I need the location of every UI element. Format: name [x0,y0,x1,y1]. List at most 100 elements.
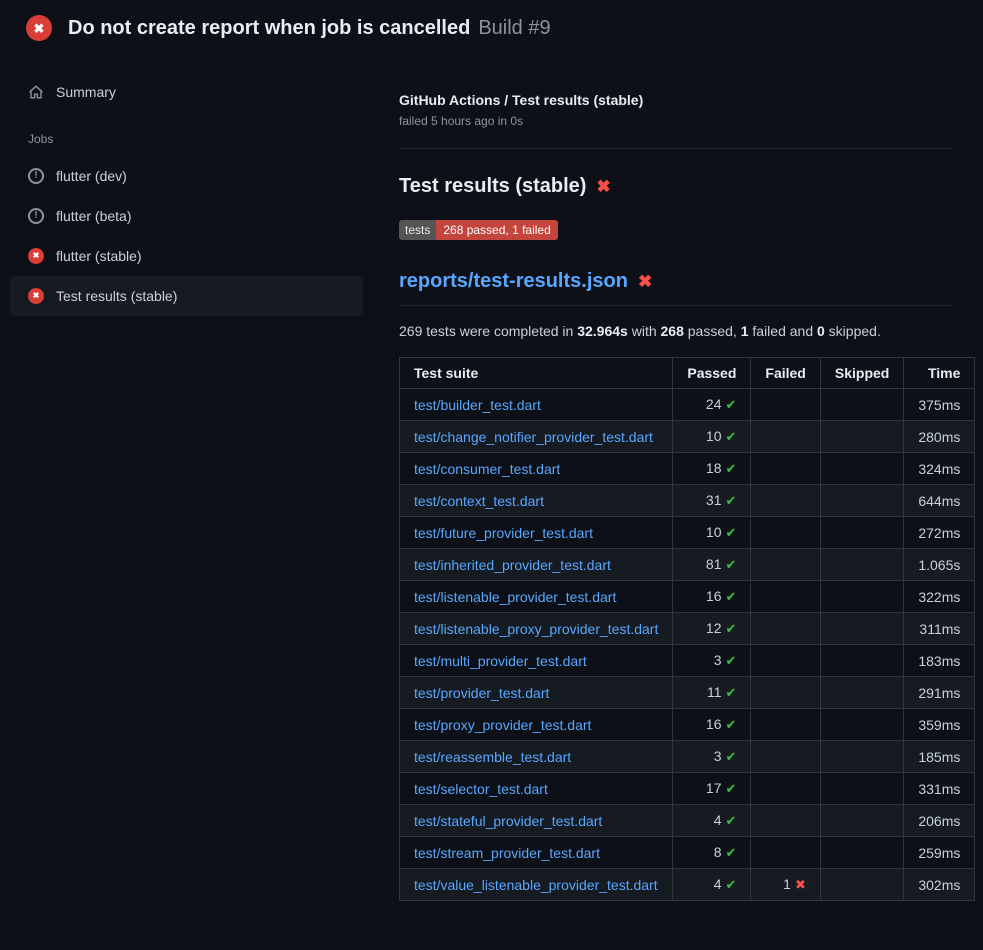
passed-cell: 31✔ [673,485,751,517]
suite-link[interactable]: test/reassemble_test.dart [414,749,571,765]
report-title-link[interactable]: reports/test-results.json [399,270,628,293]
check-icon: ✔ [726,781,737,796]
failed-cell [751,613,820,645]
count: 10 [706,428,722,444]
suite-link[interactable]: test/proxy_provider_test.dart [414,717,591,733]
count: 3 [714,748,722,764]
skipped-cell [820,613,903,645]
suite-link[interactable]: test/stream_provider_test.dart [414,845,600,861]
suite-link[interactable]: test/selector_test.dart [414,781,548,797]
badge-label: tests [399,220,436,240]
passed-cell: 16✔ [673,581,751,613]
suite-link[interactable]: test/value_listenable_provider_test.dart [414,877,658,893]
page-title: Do not create report when job is cancell… [68,17,551,40]
sidebar-item-label: Test results (stable) [56,288,177,304]
summary-passed-count: 268 [661,323,684,339]
suite-cell: test/multi_provider_test.dart [400,645,673,677]
sidebar-item-summary[interactable]: Summary [10,72,363,112]
table-row: test/listenable_proxy_provider_test.dart… [400,613,975,645]
suite-link[interactable]: test/provider_test.dart [414,685,549,701]
suite-cell: test/provider_test.dart [400,677,673,709]
failed-cell [751,837,820,869]
time-cell: 291ms [904,677,975,709]
suite-cell: test/stateful_provider_test.dart [400,805,673,837]
suite-link[interactable]: test/future_provider_test.dart [414,525,593,541]
table-row: test/value_listenable_provider_test.dart… [400,869,975,901]
skipped-cell [820,741,903,773]
check-icon: ✔ [726,813,737,828]
failed-cell [751,485,820,517]
sidebar-item-label: flutter (beta) [56,208,131,224]
table-row: test/stateful_provider_test.dart4✔206ms [400,805,975,837]
skipped-cell [820,869,903,901]
sidebar-item-flutter-dev[interactable]: !flutter (dev) [10,156,363,196]
count: 18 [706,460,722,476]
table-row: test/change_notifier_provider_test.dart 1… [400,421,975,453]
failed-status-icon: ✖ [28,248,44,264]
suite-link[interactable]: test/stateful_provider_test.dart [414,813,602,829]
suite-link[interactable]: test/change_notifier_provider_test.dart [414,429,653,445]
suite-link[interactable]: test/builder_test.dart [414,397,541,413]
skipped-cell [820,485,903,517]
count: 10 [706,524,722,540]
col-header-time: Time [904,358,975,389]
count: 24 [706,396,722,412]
check-icon: ✔ [726,589,737,604]
suite-link[interactable]: test/context_test.dart [414,493,544,509]
suite-cell: test/consumer_test.dart [400,453,673,485]
check-icon: ✔ [726,525,737,540]
summary-text: 269 tests were completed in [399,323,577,339]
count: 1 [783,876,791,892]
check-icon: ✔ [726,749,737,764]
failed-cell [751,517,820,549]
time-cell: 324ms [904,453,975,485]
suite-link[interactable]: test/listenable_provider_test.dart [414,589,616,605]
suite-cell: test/stream_provider_test.dart [400,837,673,869]
summary-text: with [628,323,661,339]
results-table-body: test/builder_test.dart24✔375mstest/chang… [400,389,975,901]
failed-cell [751,677,820,709]
suite-link[interactable]: test/consumer_test.dart [414,461,560,477]
page-header: ✖ Do not create report when job is cance… [0,0,983,56]
time-cell: 311ms [904,613,975,645]
count: 8 [714,844,722,860]
passed-cell: 10 ✔ [673,517,751,549]
skipped-cell [820,517,903,549]
failed-cell [751,581,820,613]
passed-cell: 11✔ [673,677,751,709]
sidebar: Summary Jobs !flutter (dev)!flutter (bet… [0,56,375,316]
suite-cell: test/future_provider_test.dart [400,517,673,549]
failed-cell: 1✖ [751,869,820,901]
jobs-heading: Jobs [10,112,363,156]
skipped-cell [820,581,903,613]
check-icon: ✔ [726,653,737,668]
check-icon: ✔ [726,621,737,636]
sidebar-item-flutter-stable[interactable]: ✖flutter (stable) [10,236,363,276]
suite-cell: test/inherited_provider_test.dart [400,549,673,581]
sidebar-item-flutter-beta[interactable]: !flutter (beta) [10,196,363,236]
time-cell: 183ms [904,645,975,677]
build-number: Build #9 [478,17,550,39]
passed-cell: 3✔ [673,645,751,677]
suite-cell: test/listenable_proxy_provider_test.dart [400,613,673,645]
skipped-cell [820,709,903,741]
passed-cell: 17✔ [673,773,751,805]
suite-cell: test/builder_test.dart [400,389,673,421]
col-header-test-suite: Test suite [400,358,673,389]
table-row: test/consumer_test.dart18✔324ms [400,453,975,485]
report-title: reports/test-results.json ✖ [399,270,953,306]
table-row: test/builder_test.dart24✔375ms [400,389,975,421]
suite-link[interactable]: test/inherited_provider_test.dart [414,557,611,573]
time-cell: 280ms [904,421,975,453]
col-header-passed: Passed [673,358,751,389]
suite-link[interactable]: test/listenable_proxy_provider_test.dart [414,621,658,637]
failed-cell [751,549,820,581]
table-row: test/provider_test.dart 11✔ 291ms [400,677,975,709]
time-cell: 644ms [904,485,975,517]
failed-x-icon: ✖ [596,178,610,195]
sidebar-item-test-results-stable[interactable]: ✖Test results (stable) [10,276,363,316]
passed-cell: 81✔ [673,549,751,581]
time-cell: 375ms [904,389,975,421]
suite-link[interactable]: test/multi_provider_test.dart [414,653,587,669]
failed-cell [751,645,820,677]
